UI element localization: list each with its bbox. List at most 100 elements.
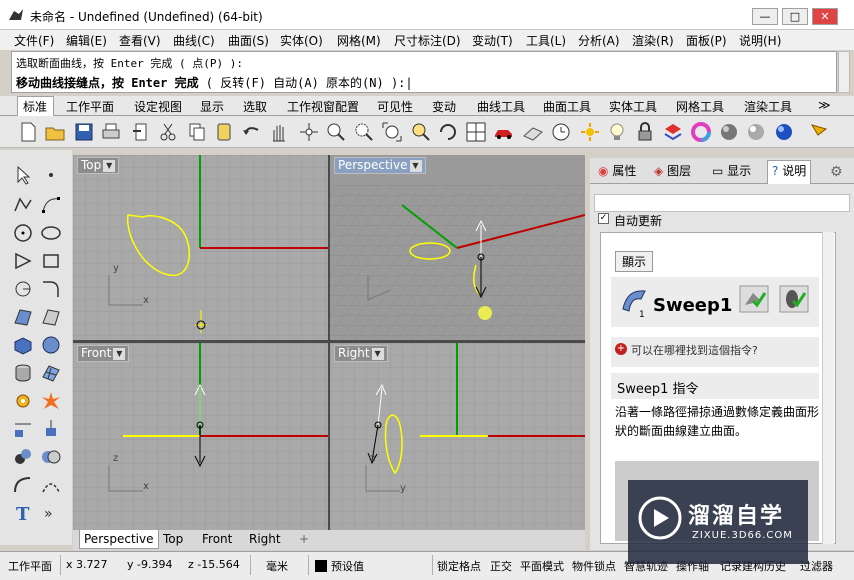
tab-set-view[interactable]: 设定视图 [134, 98, 182, 115]
tab-cplane[interactable]: 工作平面 [66, 98, 114, 115]
viewport-perspective[interactable]: Perspective ▼ [330, 155, 585, 340]
layer-icon[interactable] [662, 121, 684, 143]
dropdown-arrow-icon[interactable]: ▼ [113, 347, 126, 360]
command-prompt-options[interactable]: ( 反转(F) 自动(A) 原本的(N) ):| [199, 76, 413, 90]
tab-render-tools[interactable]: 渲染工具 [744, 98, 792, 115]
import-icon[interactable] [130, 121, 152, 143]
curve-edit-icon[interactable] [40, 474, 62, 496]
arc-icon[interactable] [12, 250, 34, 272]
sphere-icon[interactable] [40, 334, 62, 356]
dropdown-arrow-icon[interactable]: ▼ [103, 159, 116, 172]
help-scrollbar[interactable] [822, 232, 834, 544]
tab-viewport-layout[interactable]: 工作视窗配置 [287, 98, 359, 115]
box-icon[interactable] [12, 334, 34, 356]
tab-more[interactable]: ≫ [818, 98, 831, 112]
menu-transform[interactable]: 变动(T) [472, 32, 513, 49]
undo-icon[interactable] [241, 121, 263, 143]
menu-render[interactable]: 渲染(R) [632, 32, 674, 49]
four-view-icon[interactable] [465, 121, 487, 143]
menu-solid[interactable]: 实体(O) [280, 32, 323, 49]
circle-icon[interactable] [12, 222, 34, 244]
light-icon[interactable] [606, 121, 628, 143]
minimize-button[interactable]: — [752, 8, 778, 25]
lock-icon[interactable] [634, 121, 656, 143]
boolean-icon[interactable] [40, 446, 62, 468]
menu-view[interactable]: 查看(V) [119, 32, 161, 49]
color-wheel-icon[interactable] [690, 121, 712, 143]
viewport-label-perspective[interactable]: Perspective ▼ [334, 157, 426, 174]
explode-icon[interactable] [40, 390, 62, 412]
vp-tab-front[interactable]: Front [202, 532, 232, 546]
layer-color-swatch[interactable] [315, 560, 327, 572]
zoom-extents-icon[interactable] [381, 121, 403, 143]
more-tools-icon[interactable]: » [40, 502, 62, 524]
menu-tools[interactable]: 工具(L) [526, 32, 566, 49]
vp-tab-add[interactable]: + [299, 532, 309, 546]
menu-help[interactable]: 说明(H) [739, 32, 781, 49]
surface-edges-icon[interactable] [40, 306, 62, 328]
sphere-white-icon[interactable] [745, 121, 767, 143]
sun-icon[interactable] [579, 121, 601, 143]
tab-solid-tools[interactable]: 实体工具 [609, 98, 657, 115]
select-arrow-icon[interactable] [12, 164, 34, 186]
dropdown-arrow-icon[interactable]: ▼ [409, 159, 422, 172]
align-icon[interactable] [40, 418, 62, 440]
front-viewport-canvas[interactable] [73, 343, 328, 530]
status-ortho[interactable]: 正交 [490, 558, 512, 574]
where-link[interactable]: 可以在哪裡找到這個指令? [631, 342, 758, 358]
menu-surface[interactable]: 曲面(S) [228, 32, 269, 49]
new-icon[interactable] [17, 121, 39, 143]
close-button[interactable]: ✕ [812, 8, 838, 25]
open-icon[interactable] [44, 121, 66, 143]
vp-tab-right[interactable]: Right [249, 532, 281, 546]
surface-points-icon[interactable] [12, 306, 34, 328]
menu-panels[interactable]: 面板(P) [686, 32, 727, 49]
sphere-blue-icon[interactable] [773, 121, 795, 143]
zoom-window-icon[interactable] [353, 121, 375, 143]
status-snap[interactable]: 锁定格点 [437, 558, 481, 574]
viewport-front[interactable]: z x Front ▼ [73, 343, 328, 530]
ellipse-icon[interactable] [40, 222, 62, 244]
curve-tool-icon[interactable] [12, 474, 34, 496]
save-icon[interactable] [73, 121, 95, 143]
polyline-icon[interactable] [12, 194, 34, 216]
top-viewport-canvas[interactable] [73, 155, 328, 340]
group-icon[interactable] [12, 446, 34, 468]
tab-display[interactable]: 显示 [200, 98, 224, 115]
vp-tab-perspective[interactable]: Perspective [79, 530, 159, 549]
car-icon[interactable] [493, 121, 515, 143]
sphere-grey-icon[interactable] [718, 121, 740, 143]
panel-tab-layers[interactable]: ◈ 图层 [654, 162, 691, 179]
menu-mesh[interactable]: 网格(M) [337, 32, 381, 49]
command-prompt[interactable]: 移动曲线接缝点，按 Enter 完成 ( 反转(F) 自动(A) 原本的(N) … [16, 74, 413, 91]
print-icon[interactable] [100, 121, 122, 143]
viewport-right[interactable]: z y Right ▼ [330, 343, 585, 530]
panel-tab-display[interactable]: ▭ 显示 [712, 162, 751, 179]
viewport-label-right[interactable]: Right ▼ [334, 345, 388, 362]
mesh-icon[interactable] [40, 362, 62, 384]
tab-standard[interactable]: 标准 [23, 98, 47, 115]
tab-transform[interactable]: 变动 [432, 98, 456, 115]
menu-edit[interactable]: 编辑(E) [66, 32, 107, 49]
pan-hand-icon[interactable] [268, 121, 290, 143]
status-planar[interactable]: 平面模式 [520, 558, 564, 574]
text-icon[interactable]: T [12, 502, 34, 524]
vp-tab-top[interactable]: Top [163, 532, 183, 546]
zoom-icon[interactable] [325, 121, 347, 143]
dropdown-arrow-icon[interactable]: ▼ [371, 347, 384, 360]
zoom-selected-icon[interactable] [410, 121, 432, 143]
perspective-viewport-canvas[interactable] [330, 155, 585, 340]
clock-icon[interactable] [550, 121, 572, 143]
plus-circle-icon[interactable]: + [615, 343, 627, 355]
tab-mesh-tools[interactable]: 网格工具 [676, 98, 724, 115]
cylinder-icon[interactable] [12, 362, 34, 384]
tab-visibility[interactable]: 可见性 [377, 98, 413, 115]
tab-curve-tools[interactable]: 曲线工具 [477, 98, 525, 115]
menu-analyze[interactable]: 分析(A) [578, 32, 620, 49]
rotate-view-icon[interactable] [298, 121, 320, 143]
more-icon[interactable] [808, 121, 830, 143]
transform-gear-icon[interactable] [12, 390, 34, 412]
dimension-icon[interactable] [12, 418, 34, 440]
menu-curve[interactable]: 曲线(C) [173, 32, 215, 49]
maximize-button[interactable]: □ [782, 8, 808, 25]
